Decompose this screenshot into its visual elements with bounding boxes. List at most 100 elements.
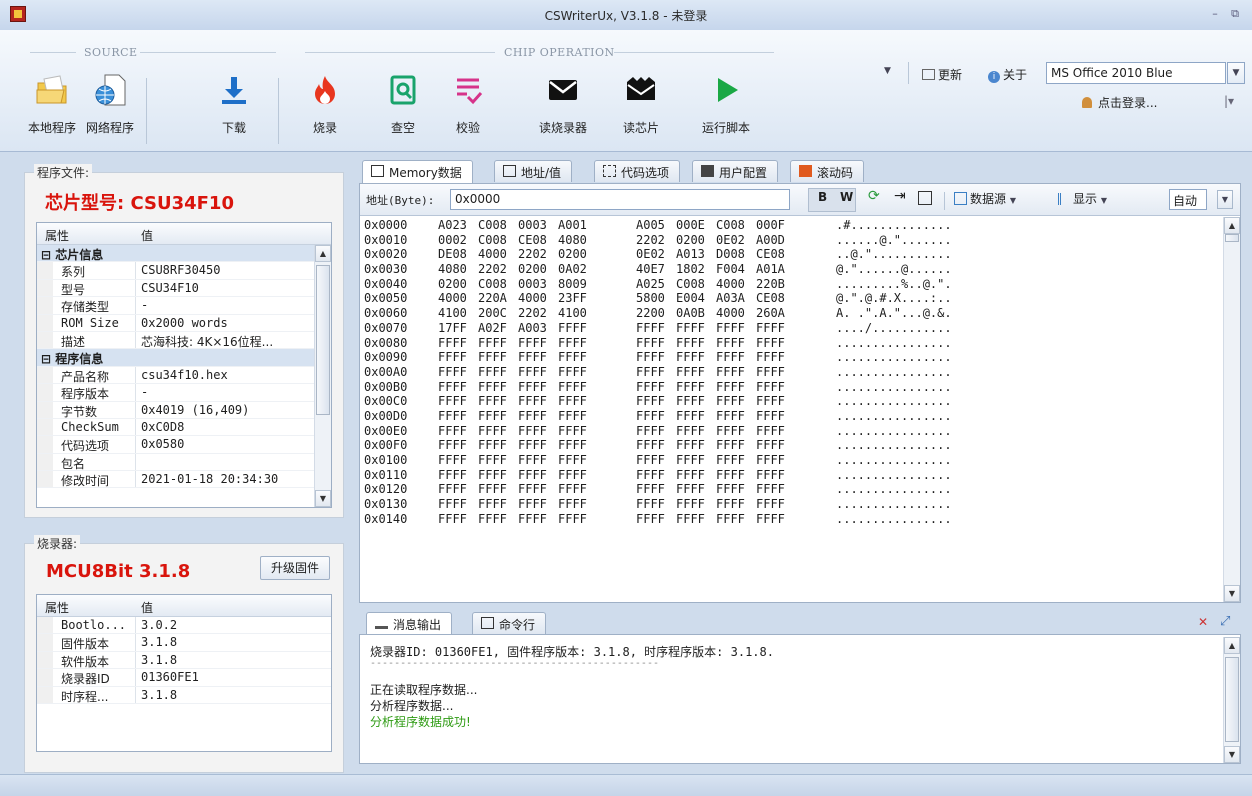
hex-word[interactable]: FFFF [438, 468, 467, 483]
category-row[interactable]: ⊟ 程序信息 [37, 349, 331, 367]
hex-word[interactable]: FFFF [716, 424, 745, 439]
hex-word[interactable]: FFFF [756, 512, 785, 527]
hex-word[interactable]: F004 [716, 262, 745, 277]
hex-row[interactable]: 0x0140 FFFF FFFF FFFF FFFF FFFF FFFF FFFF FFFF..… [360, 512, 1222, 527]
hex-word[interactable]: 220A [478, 291, 507, 306]
hex-word[interactable]: FFFF [518, 365, 547, 380]
hex-word[interactable]: FFFF [438, 453, 467, 468]
hex-word[interactable]: 2202 [636, 233, 665, 248]
hex-word[interactable]: FFFF [558, 365, 587, 380]
hex-word[interactable]: FFFF [756, 468, 785, 483]
hex-word[interactable]: 000E [676, 218, 705, 233]
tab-address-value[interactable]: 地址/值 [494, 160, 573, 182]
scroll-up-icon[interactable]: ▲ [315, 245, 331, 262]
hex-word[interactable]: FFFF [518, 468, 547, 483]
hex-row[interactable]: 0x0120 FFFF FFFF FFFF FFFF FFFF FFFF FFFF FFFF..… [360, 482, 1222, 497]
refresh-icon[interactable]: ⟳ [868, 188, 880, 204]
hex-word[interactable]: FFFF [636, 394, 665, 409]
hex-word[interactable]: FFFF [438, 336, 467, 351]
hex-word[interactable]: 0A02 [558, 262, 587, 277]
hex-word[interactable]: C008 [478, 233, 507, 248]
hex-word[interactable]: FFFF [676, 424, 705, 439]
hex-word[interactable]: 220B [756, 277, 785, 292]
read-chip-button[interactable]: 读芯片 [611, 73, 671, 151]
hex-word[interactable]: FFFF [676, 336, 705, 351]
hex-word[interactable]: FFFF [438, 438, 467, 453]
hex-word[interactable]: FFFF [558, 438, 587, 453]
hex-word[interactable]: FFFF [716, 453, 745, 468]
hex-word[interactable]: 200C [478, 306, 507, 321]
table-row[interactable]: 型号 CSU34F10 [37, 279, 331, 298]
hex-word[interactable]: 0E02 [716, 233, 745, 248]
hex-word[interactable]: FFFF [676, 394, 705, 409]
hex-word[interactable]: 0A0B [676, 306, 705, 321]
hex-word[interactable]: FFFF [558, 482, 587, 497]
hex-word[interactable]: DE08 [438, 247, 467, 262]
hex-row[interactable]: 0x00D0 FFFF FFFF FFFF FFFF FFFF FFFF FFFF FFFF..… [360, 409, 1222, 424]
hex-word[interactable]: FFFF [518, 394, 547, 409]
hex-word[interactable]: FFFF [756, 438, 785, 453]
hex-word[interactable]: 1802 [676, 262, 705, 277]
hex-word[interactable]: FFFF [558, 453, 587, 468]
hex-word[interactable]: FFFF [518, 497, 547, 512]
hex-word[interactable]: FFFF [558, 380, 587, 395]
hex-word[interactable]: FFFF [756, 497, 785, 512]
tab-user-config[interactable]: 用户配置 [692, 160, 779, 182]
hex-word[interactable]: FFFF [676, 350, 705, 365]
table-row[interactable]: 系列 CSU8RF30450 [37, 262, 331, 280]
hex-word[interactable]: FFFF [558, 409, 587, 424]
hex-word[interactable]: FFFF [558, 424, 587, 439]
hex-word[interactable]: FFFF [438, 409, 467, 424]
hex-word[interactable]: 0200 [676, 233, 705, 248]
scroll-down-icon[interactable]: ▼ [1224, 746, 1240, 763]
byte-mode-button[interactable]: B [818, 190, 827, 204]
hex-row[interactable]: 0x0050 4000 220A 4000 23FF 5800 E004 A03A CE08 @.… [360, 291, 1222, 306]
category-row[interactable]: ⊟ 芯片信息 [37, 245, 331, 263]
login-link[interactable]: 点击登录... [1082, 94, 1157, 111]
table-row[interactable]: 烧录器ID 01360FE1 [37, 669, 331, 687]
hex-row[interactable]: 0x0010 0002 C008 CE08 4080 2202 0200 0E02 A00D..… [360, 233, 1222, 248]
table-row[interactable]: 产品名称 csu34f10.hex [37, 366, 331, 385]
hex-word[interactable]: FFFF [636, 468, 665, 483]
hex-row[interactable]: 0x0020 DE08 4000 2202 0200 0E02 A013 D008 CE08..… [360, 247, 1222, 262]
hex-word[interactable]: A02F [478, 321, 507, 336]
hex-row[interactable]: 0x00F0 FFFF FFFF FFFF FFFF FFFF FFFF FFFF FFFF..… [360, 438, 1222, 453]
hex-word[interactable]: A03A [716, 291, 745, 306]
hex-word[interactable]: FFFF [676, 365, 705, 380]
hex-word[interactable]: FFFF [676, 453, 705, 468]
hex-word[interactable]: FFFF [438, 482, 467, 497]
hex-word[interactable]: FFFF [438, 497, 467, 512]
hex-word[interactable]: E004 [676, 291, 705, 306]
hex-word[interactable]: FFFF [636, 497, 665, 512]
table-row[interactable]: CheckSum 0xC0D8 [37, 418, 331, 437]
hex-word[interactable]: FFFF [636, 512, 665, 527]
hex-word[interactable]: FFFF [558, 512, 587, 527]
ribbon-collapse-dropdown-icon[interactable]: ▼ [884, 66, 891, 76]
hex-row[interactable]: 0x0040 0200 C008 0003 8009 A025 C008 4000 220B..… [360, 277, 1222, 292]
table-row[interactable]: 描述 芯海科技: 4K×16位程... [37, 331, 331, 350]
hex-word[interactable]: FFFF [518, 512, 547, 527]
hex-word[interactable]: C008 [478, 277, 507, 292]
hex-word[interactable]: FFFF [716, 365, 745, 380]
scroll-thumb[interactable] [1225, 657, 1239, 742]
hex-word[interactable]: FFFF [716, 438, 745, 453]
hex-word[interactable]: 2202 [478, 262, 507, 277]
hex-row[interactable]: 0x00B0 FFFF FFFF FFFF FFFF FFFF FFFF FFFF FFFF..… [360, 380, 1222, 395]
hex-word[interactable]: FFFF [636, 409, 665, 424]
table-row[interactable]: 包名 [37, 453, 331, 472]
hex-word[interactable]: FFFF [478, 394, 507, 409]
hex-word[interactable]: 4000 [716, 277, 745, 292]
hex-word[interactable]: FFFF [558, 350, 587, 365]
hex-word[interactable]: A00D [756, 233, 785, 248]
hex-word[interactable]: FFFF [478, 438, 507, 453]
hex-row[interactable]: 0x0090 FFFF FFFF FFFF FFFF FFFF FFFF FFFF FFFF..… [360, 350, 1222, 365]
theme-dropdown-icon[interactable]: ▼ [1227, 62, 1245, 84]
update-button[interactable]: 更新 [922, 66, 962, 83]
hex-word[interactable]: FFFF [756, 453, 785, 468]
hex-row[interactable]: 0x0100 FFFF FFFF FFFF FFFF FFFF FFFF FFFF FFFF..… [360, 453, 1222, 468]
hex-word[interactable]: FFFF [518, 453, 547, 468]
hex-word[interactable]: FFFF [518, 424, 547, 439]
hex-word[interactable]: FFFF [716, 336, 745, 351]
hex-word[interactable]: 4000 [438, 291, 467, 306]
hex-word[interactable]: FFFF [716, 409, 745, 424]
